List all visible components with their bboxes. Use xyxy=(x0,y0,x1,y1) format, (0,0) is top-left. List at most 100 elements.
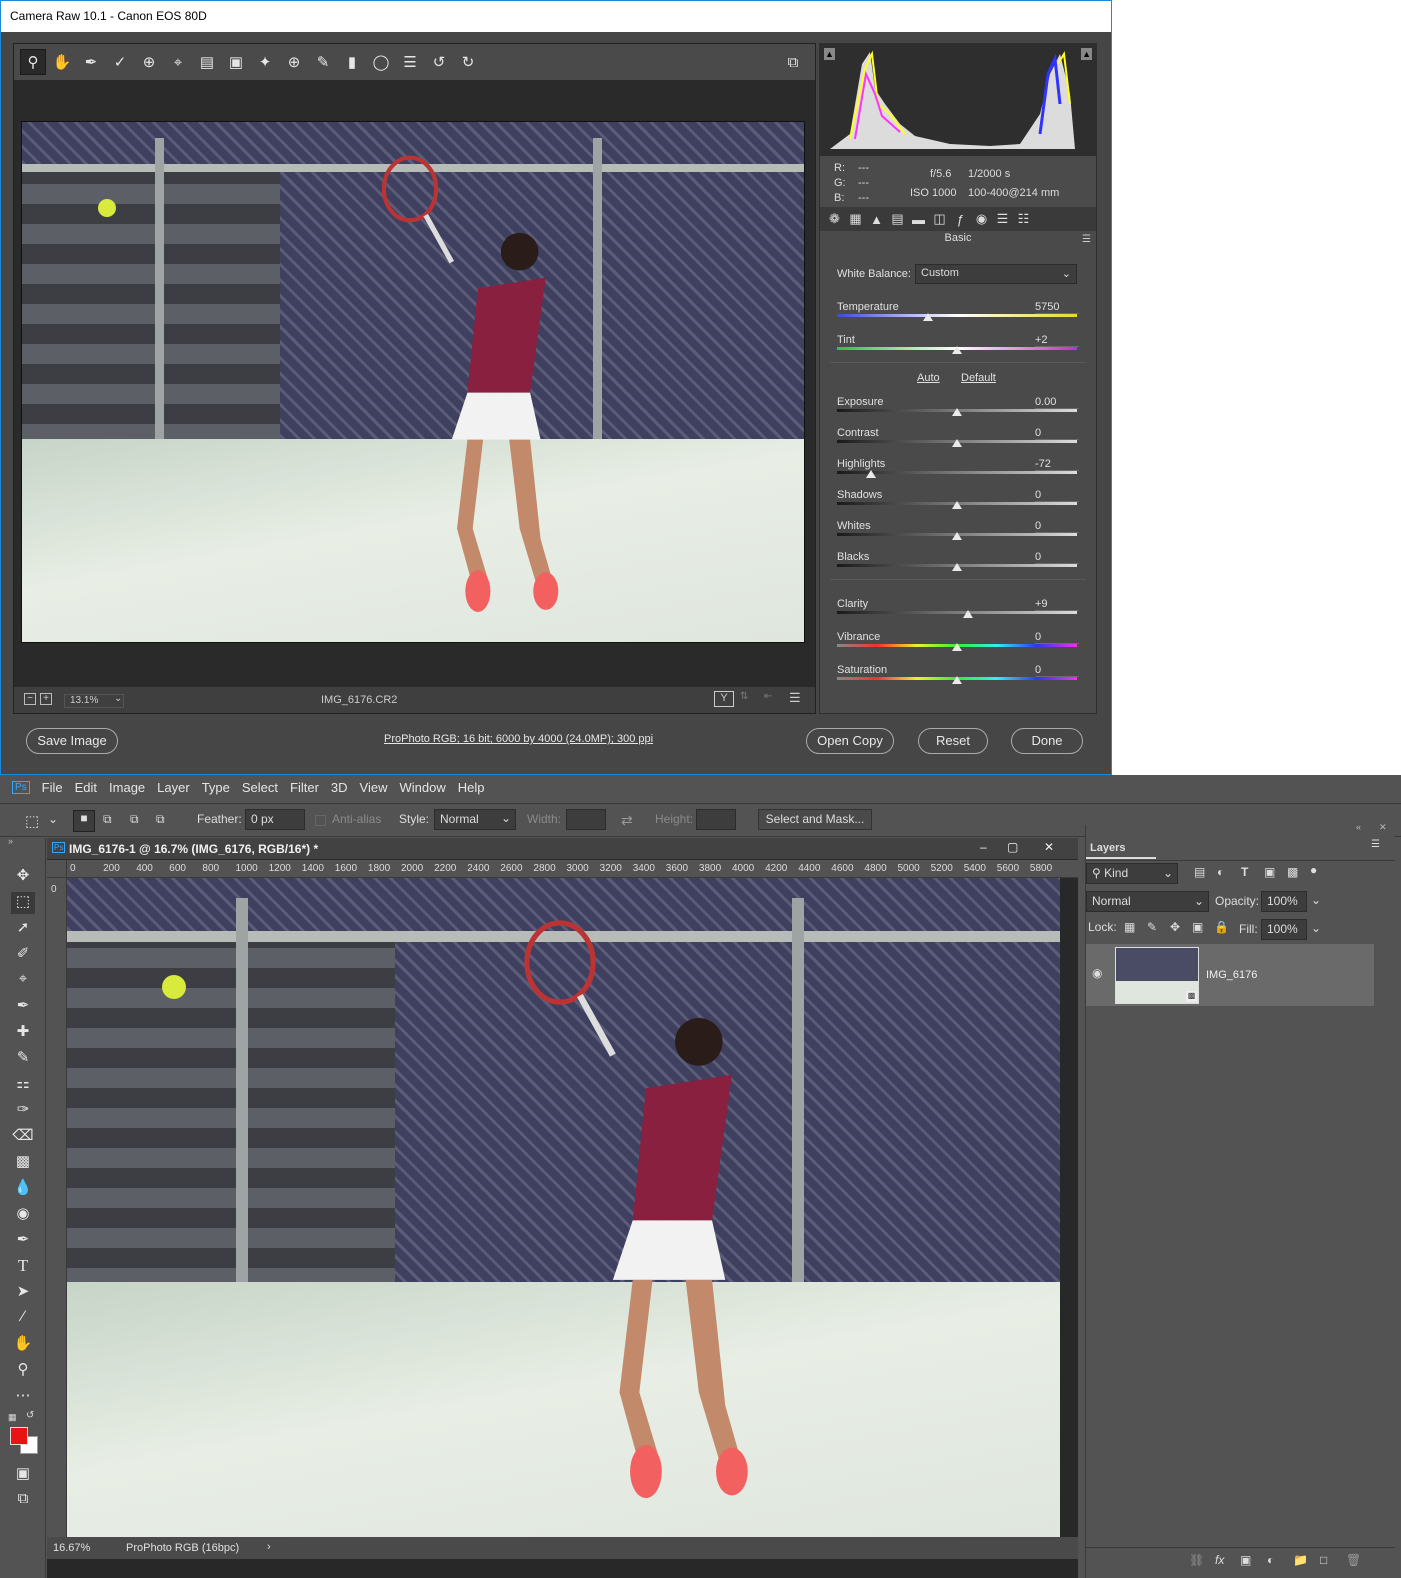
quick-mask-icon[interactable]: ▣ xyxy=(11,1464,35,1486)
filter-adjustment-icon[interactable]: ◐ xyxy=(1217,865,1224,879)
lens-corrections-icon[interactable]: ◫ xyxy=(929,211,950,227)
presets-icon[interactable]: ☰ xyxy=(992,211,1013,227)
clarity-value[interactable]: +9 xyxy=(1035,598,1079,611)
add-selection-icon[interactable]: ⧉ xyxy=(103,812,112,827)
dodge-tool-icon[interactable]: ◉ xyxy=(11,1204,35,1226)
done-button[interactable]: Done xyxy=(1011,728,1083,754)
document-tab[interactable]: Ps IMG_6176-1 @ 16.7% (IMG_6176, RGB/16*… xyxy=(47,838,1078,860)
eraser-tool-icon[interactable]: ⌫ xyxy=(11,1126,35,1148)
auto-link[interactable]: Auto xyxy=(917,372,940,384)
eyedropper-tool-icon[interactable]: ✒ xyxy=(11,996,35,1018)
hand-tool-icon[interactable]: ✋ xyxy=(11,1334,35,1356)
color-sampler-icon[interactable]: ✓ xyxy=(107,49,133,75)
new-layer-icon[interactable]: □ xyxy=(1320,1553,1327,1567)
clarity-slider-thumb[interactable] xyxy=(962,610,973,618)
menu-file[interactable]: File xyxy=(42,780,63,795)
rotate-ccw-icon[interactable]: ↺ xyxy=(426,49,452,75)
adjustment-layer-icon[interactable]: ◐ xyxy=(1267,1553,1274,1567)
move-tool-icon[interactable]: ✥ xyxy=(11,866,35,888)
copy-settings-icon[interactable]: ⇤ xyxy=(764,691,772,702)
swap-colors-icon[interactable]: ↺ xyxy=(26,1410,34,1421)
hand-tool-icon[interactable]: ✋ xyxy=(49,49,75,75)
filter-kind-select[interactable]: ⚲ Kind ⌄ xyxy=(1086,863,1178,884)
filter-toggle-icon[interactable]: ● xyxy=(1310,863,1317,877)
status-zoom[interactable]: 16.67% xyxy=(53,1542,90,1554)
menu-3d[interactable]: 3D xyxy=(331,780,348,795)
edit-toolbar-icon[interactable]: ⋯ xyxy=(11,1386,35,1408)
filter-shape-icon[interactable]: ▣ xyxy=(1264,865,1275,879)
panel-menu-icon[interactable]: ☰ xyxy=(1371,839,1380,850)
add-mask-icon[interactable]: ▣ xyxy=(1240,1553,1251,1567)
quick-selection-tool-icon[interactable]: ✐ xyxy=(11,944,35,966)
screen-mode-icon[interactable]: ⧉ xyxy=(11,1490,35,1512)
shadows-value[interactable]: 0 xyxy=(1035,489,1079,502)
split-toning-icon[interactable]: ▬ xyxy=(908,212,929,227)
gradient-tool-icon[interactable]: ▩ xyxy=(11,1152,35,1174)
panel-menu-icon[interactable]: ☰ xyxy=(1082,234,1091,245)
link-layers-icon[interactable]: ⛓ xyxy=(1189,1553,1204,1567)
menu-view[interactable]: View xyxy=(360,780,388,795)
menu-image[interactable]: Image xyxy=(109,780,145,795)
filter-pixel-icon[interactable]: ▤ xyxy=(1194,865,1205,879)
workflow-options-link[interactable]: ProPhoto RGB; 16 bit; 6000 by 4000 (24.0… xyxy=(384,733,653,745)
layer-style-icon[interactable]: fx xyxy=(1215,1553,1224,1567)
marquee-tool-icon[interactable]: ⬚ xyxy=(25,812,39,830)
reset-button[interactable]: Reset xyxy=(918,728,988,754)
white-balance-tool-icon[interactable]: ✒ xyxy=(78,49,104,75)
select-and-mask-button[interactable]: Select and Mask... xyxy=(758,809,872,830)
subtract-selection-icon[interactable]: ⧉ xyxy=(130,812,139,827)
highlight-clipping-icon[interactable]: ▲ xyxy=(1081,48,1092,60)
tint-slider-thumb[interactable] xyxy=(952,346,962,354)
before-after-icon[interactable]: Y xyxy=(714,691,734,707)
menu-filter[interactable]: Filter xyxy=(290,780,319,795)
fullscreen-icon[interactable]: ⧉ xyxy=(780,49,806,75)
tint-value[interactable]: +2 xyxy=(1035,334,1079,347)
crop-tool-icon[interactable]: ⌖ xyxy=(165,49,191,75)
shadow-clipping-icon[interactable]: ▲ xyxy=(824,48,835,60)
zoom-out-icon[interactable]: − xyxy=(24,693,36,705)
radial-filter-icon[interactable]: ◯ xyxy=(368,49,394,75)
exposure-slider-thumb[interactable] xyxy=(952,408,962,416)
path-selection-icon[interactable]: ➤ xyxy=(11,1282,35,1304)
menu-layer[interactable]: Layer xyxy=(157,780,190,795)
contrast-value[interactable]: 0 xyxy=(1035,427,1079,440)
menu-type[interactable]: Type xyxy=(202,780,230,795)
temperature-slider-thumb[interactable] xyxy=(923,313,934,321)
close-icon[interactable]: ✕ xyxy=(1044,840,1054,854)
width-input[interactable] xyxy=(566,809,606,830)
saturation-slider-thumb[interactable] xyxy=(952,676,962,684)
fill-dropdown-icon[interactable]: ⌄ xyxy=(1311,921,1321,935)
new-group-icon[interactable]: 📁 xyxy=(1293,1553,1308,1567)
effects-icon[interactable]: ƒ xyxy=(950,212,971,227)
swap-settings-icon[interactable]: ⇅ xyxy=(740,691,748,702)
settings-toggle-icon[interactable]: ☰ xyxy=(789,690,801,706)
foreground-color-swatch[interactable] xyxy=(10,1427,28,1445)
hsl-icon[interactable]: ▤ xyxy=(887,211,908,227)
lasso-tool-icon[interactable]: ➚ xyxy=(11,918,35,940)
exposure-value[interactable]: 0.00 xyxy=(1035,396,1079,409)
collapse-icon[interactable]: « xyxy=(1356,822,1361,832)
straighten-tool-icon[interactable]: ▤ xyxy=(194,49,220,75)
red-eye-icon[interactable]: ⊕ xyxy=(281,49,307,75)
type-tool-icon[interactable]: T xyxy=(11,1256,35,1278)
blacks-value[interactable]: 0 xyxy=(1035,551,1079,564)
vibrance-value[interactable]: 0 xyxy=(1035,631,1079,644)
zoom-in-icon[interactable]: + xyxy=(40,693,52,705)
saturation-value[interactable]: 0 xyxy=(1035,664,1079,677)
menu-help[interactable]: Help xyxy=(458,780,485,795)
opacity-input[interactable]: 100% xyxy=(1261,891,1307,912)
zoom-tool-icon[interactable]: ⚲ xyxy=(20,49,46,75)
feather-input[interactable]: 0 px xyxy=(245,809,305,830)
crop-tool-icon[interactable]: ⌖ xyxy=(11,970,35,992)
whites-value[interactable]: 0 xyxy=(1035,520,1079,533)
adjustment-brush-icon[interactable]: ✎ xyxy=(310,49,336,75)
highlights-value[interactable]: -72 xyxy=(1035,458,1079,471)
clone-stamp-icon[interactable]: ⚏ xyxy=(11,1074,35,1096)
targeted-adjustment-icon[interactable]: ⊕ xyxy=(136,49,162,75)
delete-layer-icon[interactable]: 🗑 xyxy=(1346,1553,1361,1567)
blend-mode-select[interactable]: Normal ⌄ xyxy=(1086,891,1209,912)
minimize-icon[interactable]: – xyxy=(980,840,987,854)
save-image-button[interactable]: Save Image xyxy=(26,728,118,754)
vibrance-slider-thumb[interactable] xyxy=(952,643,962,651)
filter-type-icon[interactable]: T xyxy=(1241,865,1248,879)
